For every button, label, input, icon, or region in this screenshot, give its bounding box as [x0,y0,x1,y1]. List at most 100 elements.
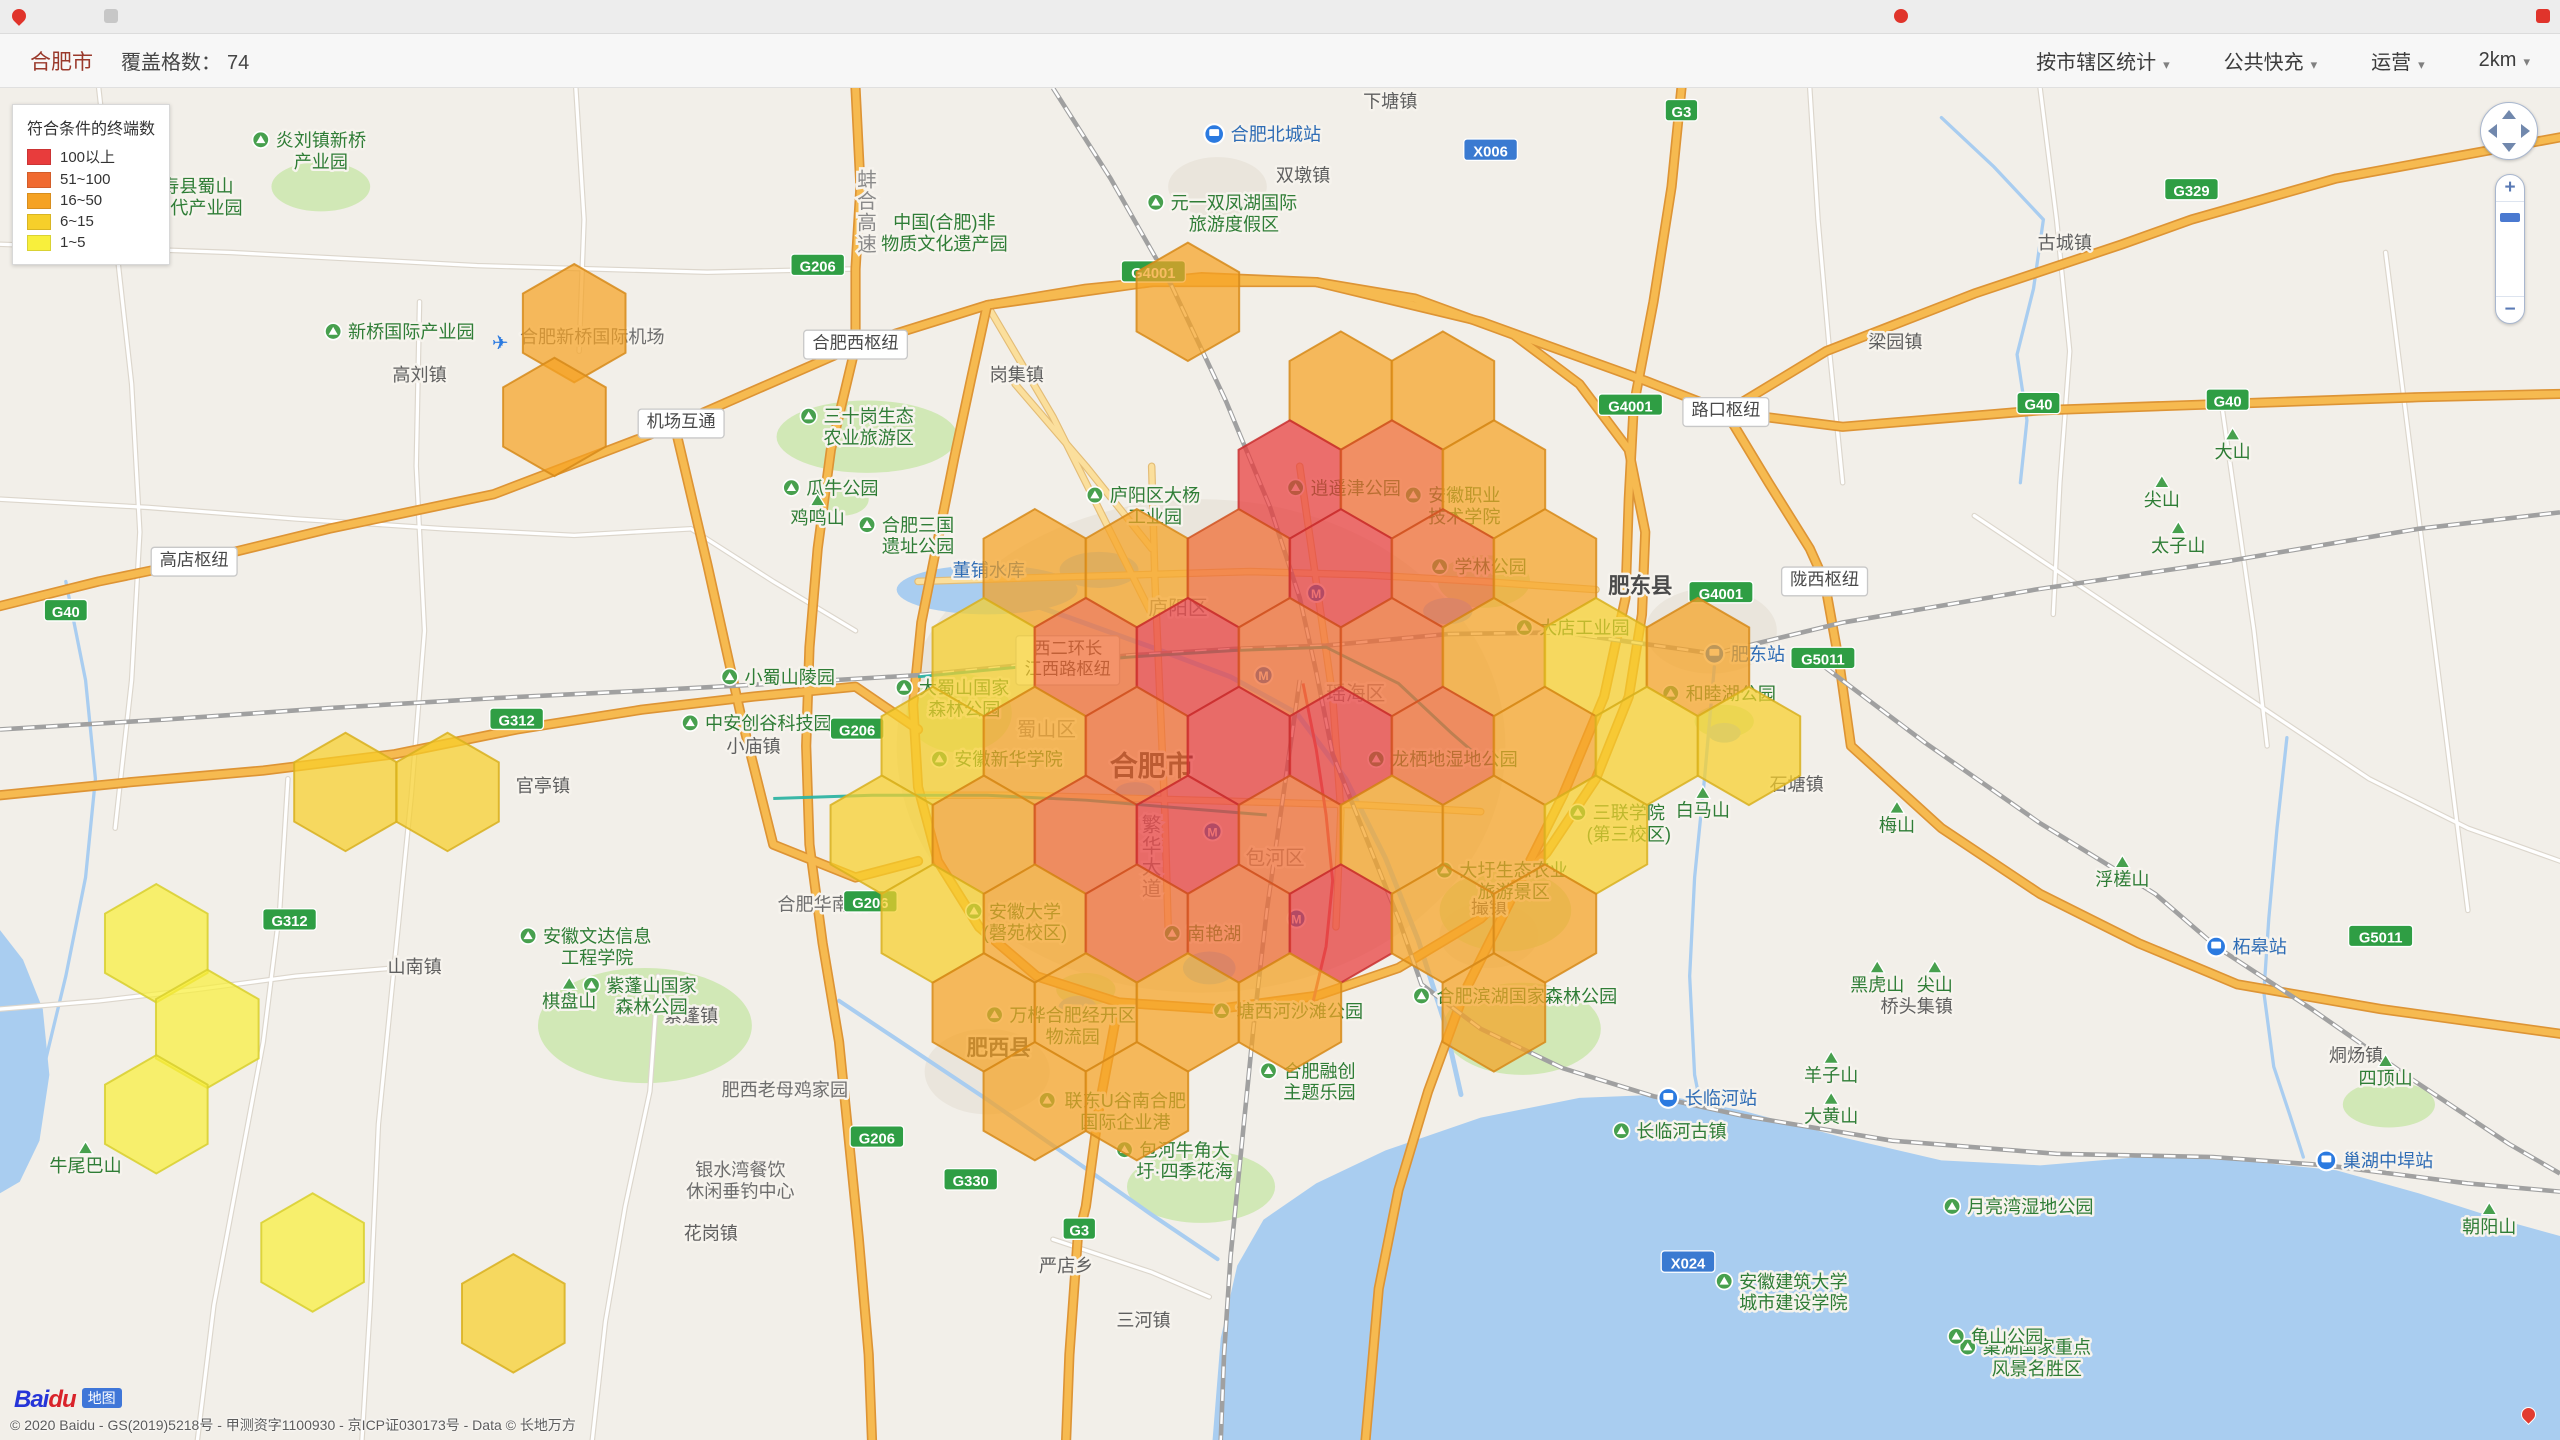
pan-right-icon[interactable] [2521,124,2530,138]
train-icon [2321,1155,2331,1162]
town-label: 梁园镇 [1868,332,1922,352]
mountain-label: 棋盘山 [542,991,596,1011]
coverage-value: 74 [227,52,249,74]
mountain-label: 牛尾巴山 [49,1156,121,1176]
mountain-label: 大山 [2215,442,2251,462]
legend-label: 100以上 [60,146,115,167]
road-shield-label: G40 [52,605,80,621]
app-favicon-icon[interactable] [104,9,118,23]
map-pan-control[interactable] [2480,102,2538,160]
town-label: 双墩镇 [1276,166,1330,186]
legend-item: 100以上 [27,146,155,167]
dropdown-label: 运营 [2371,52,2411,74]
legend-swatch-icon [27,149,51,165]
pan-left-icon[interactable] [2488,124,2497,138]
road-shield-label: X006 [1473,144,1508,160]
station-label: 巢湖中垾站 [2343,1151,2433,1171]
coverage-label: 覆盖格数： [121,52,221,74]
road-name-label: 蚌合高速 [857,170,877,256]
baidu-logo: Baidu 地图 [14,1386,122,1414]
mountain-label: 浮槎山 [2095,870,2149,890]
pan-up-icon[interactable] [2502,110,2516,119]
zoom-in-button[interactable]: + [2496,175,2524,202]
park-label: 紫蓬山国家森林公园 [606,976,696,1017]
park-label: 中国(合肥)非物质文化遗产园 [881,213,1008,254]
legend-title: 符合条件的终端数 [27,115,155,139]
red-favicon-icon[interactable] [2536,9,2550,23]
zoom-out-button[interactable]: − [2496,296,2524,323]
map-attribution: © 2020 Baidu - GS(2019)5218号 - 甲测资字11009… [10,1415,576,1435]
legend-panel: 符合条件的终端数 100以上51~10016~506~151~5 [12,104,170,265]
legend-label: 1~5 [60,234,85,251]
legend-label: 51~100 [60,171,110,188]
town-label: 严店乡 [1039,1256,1093,1276]
airport-icon: ✈ [492,333,509,355]
legend-items: 100以上51~10016~506~151~5 [27,146,155,251]
train-icon [2211,942,2221,949]
town-label: 山南镇 [387,957,441,977]
town-label: 桥头集镇 [1881,996,1953,1016]
park-label: 安徽建筑大学城市建设学院 [1739,1272,1847,1313]
mountain-label: 白马山 [1676,801,1730,821]
park-label: 中安创谷科技园 [705,713,832,733]
road-shield-label: G206 [800,260,836,276]
park-label: 合肥三国遗址公园 [882,515,954,556]
station-label: 长临河站 [1685,1088,1757,1108]
park-label: 长临河古镇 [1636,1121,1726,1141]
district-stats-dropdown[interactable]: 按市辖区统计 ▾ [2036,46,2170,75]
legend-label: 6~15 [60,213,94,230]
road-shield-label: G206 [839,723,875,739]
logo-bai: Bai [14,1386,48,1413]
park-label: 新桥国际产业园 [348,322,475,342]
junction-label: 路口枢纽 [1691,400,1760,420]
road-shield-label: G5011 [1801,653,1845,669]
road-shield-label: G5011 [2359,931,2403,947]
road-shield-label: G40 [2214,394,2242,410]
station-label: 柘皋站 [2233,937,2287,957]
town-label: 岗集镇 [990,365,1044,385]
road-shield-label: G312 [499,714,535,730]
browser-bookmarks-bar [0,0,2560,34]
logo-map-badge: 地图 [82,1388,122,1408]
town-label: 下塘镇 [1363,92,1417,112]
junction-label: 高店枢纽 [160,549,229,569]
park-label: 元一双凤湖国际旅游度假区 [1171,193,1298,234]
legend-item: 1~5 [27,234,155,251]
chevron-down-icon: ▾ [2163,57,2170,72]
town-label: 古城镇 [2038,233,2092,253]
chevron-down-icon: ▾ [2311,57,2318,72]
junction-label: 机场互通 [647,411,716,431]
town-label: 官亭镇 [516,776,570,796]
legend-swatch-icon [27,214,51,230]
pin-favicon-icon[interactable] [9,6,29,26]
operation-dropdown[interactable]: 运营▾ [2371,46,2425,75]
town-label: 小庙镇 [726,736,780,756]
map-container[interactable]: 合肥市肥东县肥西县庐阳区瑶海区包河区蜀山区高刘镇岗集镇双墩镇下塘镇梁园镇古城镇石… [0,88,2560,1440]
county-label: 肥东县 [1608,573,1672,598]
town-label: 烔炀镇 [2329,1046,2383,1066]
grid-size-dropdown[interactable]: 2km▾ [2479,49,2530,72]
pan-down-icon[interactable] [2502,143,2516,152]
red-favicon-icon[interactable] [1894,9,1908,23]
train-icon [1663,1093,1673,1100]
mountain-label: 羊子山 [1804,1065,1858,1085]
station-label: 合肥北城站 [1231,125,1321,145]
road-shield-label: G330 [953,1174,989,1190]
road-shield-label: G329 [2173,184,2209,200]
junction-label: 陇西枢纽 [1790,569,1859,589]
mountain-label: 大黄山 [1804,1107,1858,1127]
dropdown-label: 按市辖区统计 [2036,52,2156,74]
dropdown-label: 公共快充 [2224,52,2304,74]
legend-item: 51~100 [27,171,155,188]
map-canvas[interactable]: 合肥市肥东县肥西县庐阳区瑶海区包河区蜀山区高刘镇岗集镇双墩镇下塘镇梁园镇古城镇石… [0,88,2560,1440]
legend-swatch-icon [27,172,51,188]
park-label: 月亮湾湿地公园 [1967,1197,2094,1217]
chevron-down-icon: ▾ [2523,54,2530,69]
logo-du: du [48,1386,75,1413]
map-zoom-control[interactable]: + − [2495,174,2525,324]
public-fast-charge-dropdown[interactable]: 公共快充 ▾ [2224,46,2318,75]
road-shield-label: G3 [1069,1223,1089,1239]
zoom-slider-handle[interactable] [2500,213,2520,222]
road-shield-label: G206 [859,1131,895,1147]
legend-item: 6~15 [27,213,155,230]
